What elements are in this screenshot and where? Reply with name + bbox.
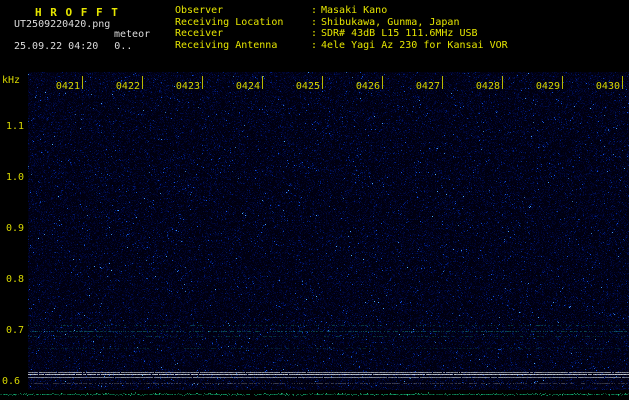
freq-tick-label: 0.9: [6, 223, 25, 234]
date-time: 25.09.22 04:20 0..: [14, 41, 132, 52]
freq-tick-label: 1.0: [6, 172, 25, 183]
capture-filename: UT2509220420.png: [14, 19, 111, 30]
freq-tick-label: 0.8: [6, 274, 25, 285]
colon-separator: :: [311, 28, 318, 39]
info-value: Masaki Kano: [321, 5, 388, 16]
hrofft-screen: 0421 0422 0423 0424 0425 0426 0427 0428 …: [0, 0, 629, 400]
colon-separator: :: [311, 16, 318, 28]
observation-mode-label: meteor: [114, 29, 151, 40]
info-value: Shibukawa, Gunma, Japan: [321, 16, 460, 28]
info-label: Receiver: [175, 28, 224, 39]
info-row-receiver: Receiver: SDR# 43dB L15 111.6MHz USB: [175, 28, 508, 40]
info-row-location: Receiving Location: Shibukawa, Gunma, Jap…: [175, 17, 508, 29]
info-row-antenna: Receiving Antenna:4ele Yagi Az 230 for K…: [175, 40, 508, 52]
counter-text: 0..: [114, 41, 133, 52]
info-label: Receiving Antenna: [175, 39, 278, 51]
info-value: SDR# 43dB L15 111.6MHz USB: [321, 28, 478, 39]
info-label: Receiving Location: [175, 16, 284, 28]
colon-separator: :: [311, 5, 318, 16]
info-row-observer: Observer: Masaki Kano: [175, 5, 508, 17]
freq-tick-label: 0.7: [6, 325, 25, 336]
info-label: Observer: [175, 5, 224, 16]
freq-tick-label: 1.1: [6, 121, 25, 132]
colon-separator: :: [311, 39, 318, 51]
freq-tick-label: 0.6: [2, 376, 21, 387]
station-info: Observer: Masaki Kano Receiving Location:…: [175, 5, 508, 51]
header: H R O F F T UT2509220420.png meteor 25.0…: [0, 0, 629, 72]
freq-axis-unit: kHz: [2, 75, 21, 86]
timestamp-text: 25.09.22 04:20: [14, 41, 99, 52]
info-value: 4ele Yagi Az 230 for Kansai VOR: [321, 39, 508, 51]
app-title: H R O F F T: [35, 6, 119, 19]
